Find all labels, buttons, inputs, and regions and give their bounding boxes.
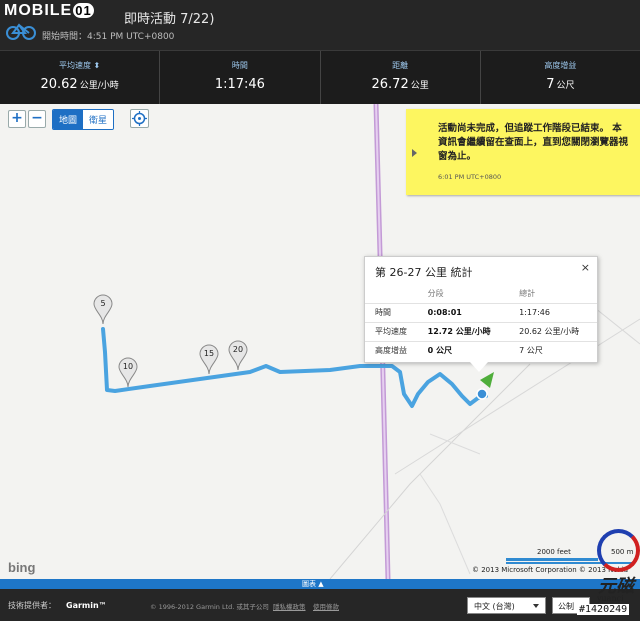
scale-feet: 2000 feet	[537, 548, 571, 556]
bicycle-icon	[6, 23, 36, 40]
map-type-toggle: 地圖 衛星	[52, 109, 115, 130]
popup-tail	[470, 362, 488, 372]
terms-link[interactable]: 使用條款	[313, 601, 339, 611]
stat-unit: 公尺	[556, 81, 575, 91]
notice-text: 活動尚未完成，但追蹤工作階段已結束。 本資訊會繼續留在查面上，直到您關閉瀏覽器視…	[438, 123, 629, 162]
footer: 技術提供者： Garmin™ © 1996-2012 Garmin Ltd. 或其…	[0, 589, 640, 621]
row-total: 20.62 公里/小時	[509, 321, 597, 341]
stat-avg-speed[interactable]: 平均速度 ⬍ 20.62 公里/小時	[0, 51, 161, 104]
stat-value: 20.62	[40, 77, 78, 92]
table-row: 高度增益 0 公尺 7 公尺	[365, 340, 597, 360]
zoom-in-button[interactable]: +	[8, 110, 26, 128]
row-label: 時間	[365, 302, 418, 322]
row-label: 高度增益	[365, 340, 418, 360]
notice-time: 6:01 PM UTC+0800	[438, 173, 502, 181]
chevron-down-icon	[533, 604, 539, 608]
bing-logo: bing	[8, 560, 36, 575]
start-time: 開始時間：4:51 PM UTC+0800	[42, 32, 175, 42]
privacy-link[interactable]: 隱私權政策	[273, 601, 306, 611]
header: MOBILE 01 即時活動 7/22) 開始時間：4:51 PM UTC+080…	[0, 0, 640, 50]
stat-label: 時間	[231, 61, 248, 70]
tech-label: 技術提供者：	[8, 601, 56, 610]
stat-elevation: 高度增益 7 公尺	[481, 51, 640, 104]
units-value: 公制	[558, 602, 574, 611]
stat-label: 距離	[392, 61, 409, 70]
tech-credit: 技術提供者： Garmin™	[8, 600, 107, 611]
marker-label: 15	[203, 349, 215, 358]
row-total: 1:17:46	[509, 302, 597, 322]
scale-bar	[506, 558, 598, 561]
garmin-brand[interactable]: Garmin™	[66, 601, 107, 610]
watermark-sub: yuanci	[597, 594, 624, 603]
stat-unit: 公里/小時	[79, 81, 119, 91]
segment-stats-popup: 第 26-27 公里 統計 × 分段 總計 時間 0:08:01 1:17:46…	[364, 256, 598, 363]
marker-label: 20	[232, 345, 244, 354]
stat-unit: 公里	[410, 81, 429, 91]
popup-header-empty	[365, 284, 418, 303]
stat-label: 高度增益	[544, 61, 577, 70]
stat-value: 7	[546, 77, 555, 92]
stat-value: 1:17:46	[214, 77, 265, 92]
map-type-aerial-button[interactable]: 衛星	[83, 110, 114, 129]
close-icon[interactable]: ×	[581, 261, 590, 274]
logo-suffix: 01	[73, 3, 94, 18]
chart-toggle-bar[interactable]: 圖表 ▲	[0, 579, 640, 589]
collapse-arrow-icon[interactable]	[412, 149, 417, 157]
popup-title: 第 26-27 公里 統計	[375, 266, 473, 279]
stat-time: 時間 1:17:46	[160, 51, 321, 104]
logo: MOBILE 01	[4, 2, 94, 20]
map-type-road-button[interactable]: 地圖	[53, 110, 84, 129]
table-row: 時間 0:08:01 1:17:46	[365, 302, 597, 322]
popup-table: 分段 總計 時間 0:08:01 1:17:46 平均速度 12.72 公里/小…	[365, 284, 597, 360]
stat-label: 平均速度 ⬍	[59, 61, 101, 70]
stats-bar: 平均速度 ⬍ 20.62 公里/小時 時間 1:17:46 距離 26.72 公里 …	[0, 50, 640, 104]
table-row: 平均速度 12.72 公里/小時 20.62 公里/小時	[365, 321, 597, 341]
watermark-ring	[597, 529, 640, 572]
locate-button[interactable]	[130, 109, 149, 128]
activity-title: 即時活動 7/22)	[124, 12, 215, 27]
stat-value: 26.72	[371, 77, 409, 92]
row-segment: 12.72 公里/小時	[417, 321, 510, 341]
zoom-out-button[interactable]: −	[28, 110, 46, 128]
marker-label: 5	[100, 299, 106, 308]
logo-text: MOBILE	[4, 2, 73, 19]
language-value: 中文 (台灣)	[474, 602, 515, 611]
activity-notice: 活動尚未完成，但追蹤工作階段已結束。 本資訊會繼續留在查面上，直到您關閉瀏覽器視…	[406, 109, 640, 195]
row-segment: 0:08:01	[417, 302, 510, 322]
stat-distance: 距離 26.72 公里	[321, 51, 481, 104]
row-segment: 0 公尺	[417, 340, 510, 360]
crosshair-icon	[132, 111, 147, 126]
chart-toggle-label: 圖表 ▲	[302, 580, 324, 588]
marker-label: 10	[122, 362, 134, 371]
row-total: 7 公尺	[509, 340, 597, 360]
popup-col-total: 總計	[519, 288, 536, 298]
footer-copyright: © 1996-2012 Garmin Ltd. 或其子公司	[150, 603, 269, 611]
language-select[interactable]: 中文 (台灣)	[467, 597, 546, 614]
map[interactable]: 5 10 15 20 + − 地圖 衛星 活動尚未完成，但追蹤工作階段已結束。 …	[0, 104, 640, 579]
row-label: 平均速度	[365, 321, 418, 341]
watermark-id: #1420249	[577, 604, 630, 615]
popup-col-segment: 分段	[427, 288, 444, 298]
